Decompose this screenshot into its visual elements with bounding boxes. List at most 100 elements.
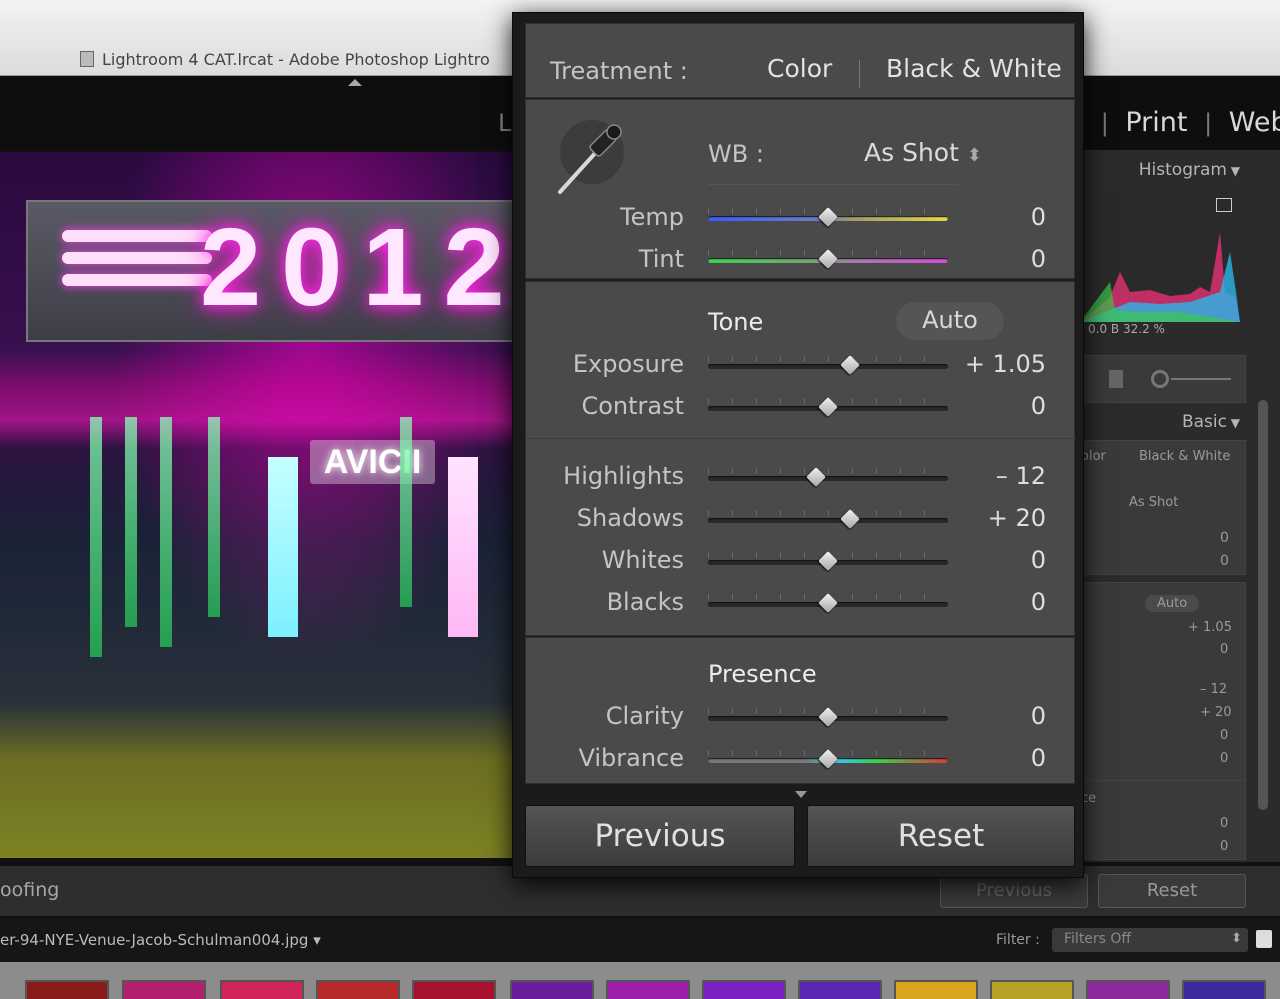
- bg-value: 0: [1220, 642, 1229, 657]
- filmstrip-thumbnail[interactable]: [510, 980, 594, 999]
- filmstrip-thumbnail[interactable]: [894, 980, 978, 999]
- treatment-bw-option[interactable]: Black & White: [886, 54, 1062, 83]
- slider-highlights[interactable]: [708, 476, 948, 481]
- slider-tint-knob[interactable]: [817, 250, 839, 270]
- redeye-tool-icon[interactable]: [1109, 370, 1123, 388]
- tone-auto-button[interactable]: Auto: [896, 302, 1004, 340]
- treatment-label: Treatment :: [550, 57, 688, 85]
- photo-preview[interactable]: 2012 AVICII: [0, 152, 515, 858]
- photo-fountain: [208, 417, 220, 617]
- filmstrip-thumbnail[interactable]: [702, 980, 786, 999]
- photo-year-text: 2012: [200, 206, 515, 329]
- right-panel-scrollbar[interactable]: [1258, 400, 1268, 810]
- wb-select[interactable]: As Shot: [864, 138, 982, 167]
- wb-eyedropper-icon[interactable]: [548, 114, 630, 196]
- treatment-color-option[interactable]: Color: [767, 54, 832, 83]
- slider-contrast-knob[interactable]: [817, 398, 839, 418]
- slider-value-vibrance[interactable]: 0: [1031, 744, 1046, 772]
- module-partial-label[interactable]: L: [498, 109, 511, 137]
- bg-value: 0: [1220, 553, 1229, 569]
- filmstrip-thumbnail[interactable]: [25, 980, 109, 999]
- filmstrip-thumbnail[interactable]: [798, 980, 882, 999]
- slider-label-clarity: Clarity: [605, 702, 684, 730]
- slider-label-exposure: Exposure: [572, 350, 684, 378]
- bg-value: + 1.05: [1188, 620, 1232, 635]
- current-filename[interactable]: er-94-NYE-Venue-Jacob-Schulman004.jpg ▾: [0, 931, 321, 949]
- slider-label-whites: Whites: [601, 546, 684, 574]
- highlight-clipping-toggle[interactable]: [1216, 198, 1232, 212]
- filmstrip-thumbnail[interactable]: [220, 980, 304, 999]
- slider-blacks-knob[interactable]: [817, 594, 839, 614]
- adjustment-brush-icon[interactable]: [1151, 370, 1169, 388]
- bg-treatment-bw[interactable]: Black & White: [1139, 449, 1230, 464]
- bg-treatment-color[interactable]: olor: [1081, 449, 1106, 464]
- histogram-header[interactable]: Histogram: [1139, 160, 1240, 180]
- filmstrip-thumbnail[interactable]: [606, 980, 690, 999]
- slider-label-shadows: Shadows: [576, 504, 684, 532]
- presence-title: Presence: [708, 660, 817, 688]
- slider-value-shadows[interactable]: + 20: [988, 504, 1046, 532]
- document-icon: [80, 51, 94, 67]
- module-separator: |: [1100, 109, 1109, 137]
- filmstrip-thumbnail[interactable]: [1086, 980, 1170, 999]
- filmstrip-thumbnail[interactable]: [316, 980, 400, 999]
- tone-title: Tone: [708, 308, 764, 336]
- previous-button[interactable]: Previous: [525, 805, 795, 867]
- bg-reset-button[interactable]: Reset: [1098, 874, 1246, 908]
- slider-contrast[interactable]: [708, 406, 948, 411]
- slider-whites[interactable]: [708, 560, 948, 565]
- window-title-text: Lightroom 4 CAT.lrcat - Adobe Photoshop …: [102, 50, 490, 69]
- reset-button[interactable]: Reset: [807, 805, 1075, 867]
- slider-shadows-knob[interactable]: [839, 510, 861, 530]
- filmstrip-thumbnail[interactable]: [990, 980, 1074, 999]
- slider-value-contrast[interactable]: 0: [1031, 392, 1046, 420]
- slider-value-clarity[interactable]: 0: [1031, 702, 1046, 730]
- basic-panel-header[interactable]: Basic: [1182, 412, 1240, 432]
- slider-clarity[interactable]: [708, 716, 948, 721]
- slider-value-blacks[interactable]: 0: [1031, 588, 1046, 616]
- filmstrip-thumbnail[interactable]: [1182, 980, 1266, 999]
- bg-wb-select[interactable]: As Shot: [1129, 495, 1178, 510]
- brush-slider-track[interactable]: [1171, 378, 1231, 380]
- slider-vibrance[interactable]: [708, 758, 948, 763]
- filename-text: er-94-NYE-Venue-Jacob-Schulman004.jpg: [0, 931, 309, 949]
- slider-value-highlights[interactable]: – 12: [996, 462, 1046, 490]
- photo-speed-lines: [62, 230, 212, 320]
- filmstrip-thumbnail[interactable]: [412, 980, 496, 999]
- slider-shadows[interactable]: [708, 518, 948, 523]
- slider-value-whites[interactable]: 0: [1031, 546, 1046, 574]
- module-separator: |: [1204, 109, 1213, 137]
- filmstrip-thumbnail[interactable]: [122, 980, 206, 999]
- presence-section: Presence Clarity 0 Vibrance 0: [525, 637, 1075, 784]
- module-web[interactable]: Web: [1229, 107, 1280, 138]
- filmstrip-toggle-icon[interactable]: [1256, 930, 1272, 948]
- slider-blacks[interactable]: [708, 602, 948, 607]
- slider-label-blacks: Blacks: [606, 588, 684, 616]
- slider-clarity-knob[interactable]: [817, 708, 839, 728]
- slider-tint[interactable]: [708, 258, 948, 263]
- slider-highlights-knob[interactable]: [805, 468, 827, 488]
- slider-exposure-knob[interactable]: [839, 356, 861, 376]
- slider-ticks: [708, 468, 948, 474]
- bg-auto-button[interactable]: Auto: [1145, 595, 1200, 612]
- filter-select[interactable]: Filters Off: [1052, 928, 1248, 952]
- white-balance-section: WB : As Shot Temp 0 Tint 0: [525, 99, 1075, 279]
- soft-proofing-label[interactable]: oofing: [0, 879, 59, 901]
- slider-temp[interactable]: [708, 216, 948, 221]
- photo-light-pillar: [448, 457, 478, 637]
- collapse-top-panel-arrow-icon[interactable]: [348, 79, 362, 86]
- slider-temp-knob[interactable]: [817, 208, 839, 228]
- slider-value-exposure[interactable]: + 1.05: [965, 350, 1046, 378]
- bg-previous-button[interactable]: Previous: [940, 874, 1088, 908]
- tool-strip: [1080, 355, 1246, 403]
- slider-whites-knob[interactable]: [817, 552, 839, 572]
- filename-dropdown-icon[interactable]: ▾: [313, 931, 321, 949]
- expand-more-icon[interactable]: [795, 791, 807, 798]
- slider-label-highlights: Highlights: [563, 462, 684, 490]
- slider-value-tint[interactable]: 0: [1031, 245, 1046, 273]
- slider-exposure[interactable]: [708, 364, 948, 369]
- slider-value-temp[interactable]: 0: [1031, 203, 1046, 231]
- module-print[interactable]: Print: [1125, 107, 1187, 138]
- slider-vibrance-knob[interactable]: [817, 750, 839, 770]
- histogram-readout-b-value: 32.2 %: [1122, 322, 1165, 336]
